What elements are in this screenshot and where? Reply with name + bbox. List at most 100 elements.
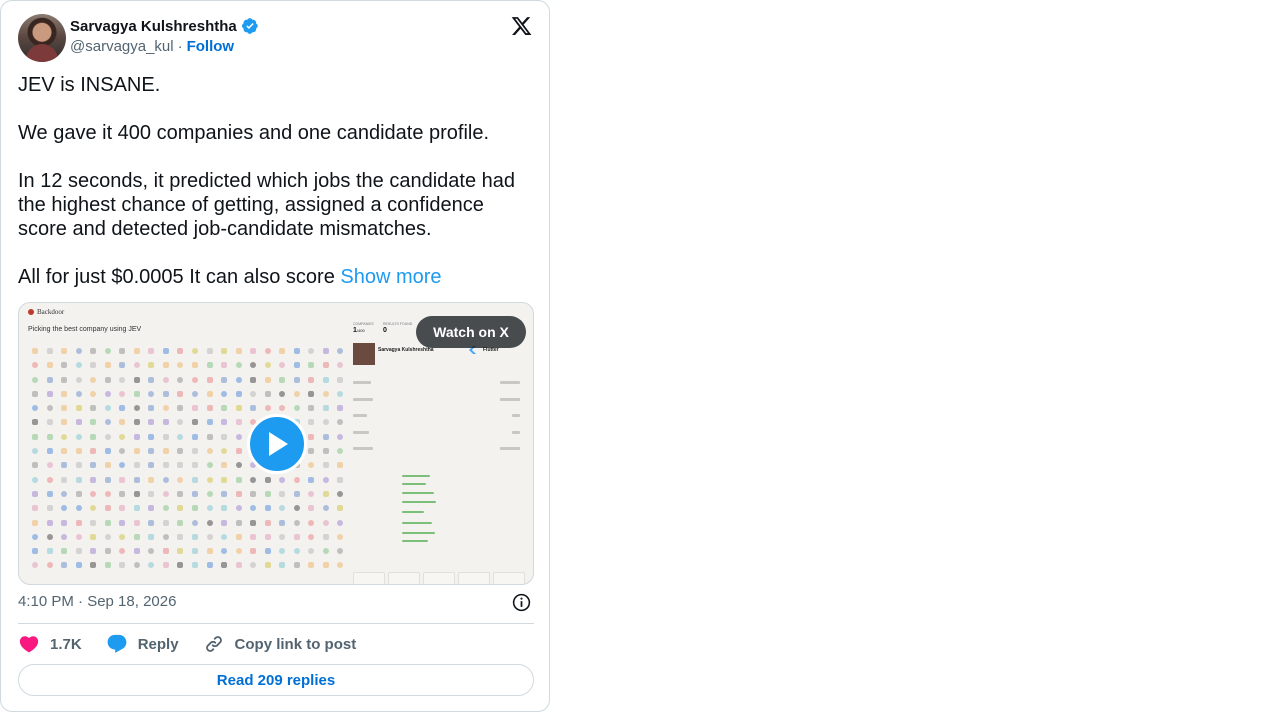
company-logo-thumb <box>308 505 315 512</box>
company-logo-thumb <box>104 505 111 512</box>
company-logo-thumb <box>206 519 213 526</box>
company-logo-thumb <box>133 533 140 540</box>
company-logo-thumb <box>177 419 184 426</box>
company-logo-thumb <box>46 505 53 512</box>
company-logo-thumb <box>104 348 111 354</box>
company-logo-thumb <box>148 419 155 426</box>
companies-stat-label: COMPANIES <box>353 322 374 326</box>
company-logo-thumb <box>75 405 82 412</box>
company-logo-thumb <box>264 362 271 369</box>
company-logo-thumb <box>104 548 111 555</box>
company-logo-thumb <box>235 362 242 369</box>
watch-on-x-button[interactable]: Watch on X <box>416 316 526 348</box>
company-logo-thumb <box>119 362 126 369</box>
x-logo-icon[interactable] <box>510 15 533 37</box>
company-logo-thumb <box>148 348 155 354</box>
company-logo-thumb <box>148 448 155 455</box>
company-logo-thumb <box>221 548 228 555</box>
company-logo-thumb <box>119 519 126 526</box>
company-logo-thumb <box>308 462 315 469</box>
follow-button[interactable]: Follow <box>187 38 235 55</box>
like-button[interactable]: 1.7K <box>18 633 82 655</box>
company-logo-thumb <box>133 419 140 426</box>
company-logo-thumb <box>337 376 344 383</box>
copy-link-button[interactable]: Copy link to post <box>203 633 356 655</box>
company-logo-thumb <box>308 562 315 569</box>
company-logo-thumb <box>250 405 257 412</box>
play-button[interactable] <box>247 414 307 474</box>
company-logo-thumb <box>206 362 213 369</box>
avatar[interactable] <box>18 14 66 62</box>
company-logo-thumb <box>337 562 344 569</box>
score-bar <box>402 483 426 485</box>
company-logo-thumb <box>192 390 198 397</box>
company-logo-thumb <box>279 390 286 397</box>
company-logo-thumb <box>308 519 315 526</box>
company-logo-thumb <box>322 390 329 397</box>
company-logo-thumb <box>235 548 242 555</box>
company-logo-thumb <box>250 519 257 526</box>
tweet-body: JEV is INSANE. We gave it 400 companies … <box>18 74 515 288</box>
company-logo-thumb <box>206 405 213 412</box>
company-logo-thumb <box>293 533 300 540</box>
company-logo-thumb <box>32 362 38 369</box>
company-logo-thumb <box>322 505 329 512</box>
company-logo-thumb <box>46 533 53 540</box>
company-logo-thumb <box>119 562 126 569</box>
author-handle[interactable]: @sarvagya_kul <box>70 38 174 55</box>
company-logo-thumb <box>206 490 213 497</box>
company-logo-thumb <box>32 390 38 397</box>
company-logo-thumb <box>279 490 286 497</box>
company-logo-thumb <box>322 548 329 555</box>
company-logo-thumb <box>61 519 68 526</box>
company-logo-thumb <box>177 390 184 397</box>
show-more-link[interactable]: Show more <box>340 266 441 288</box>
company-logo-thumb <box>148 433 155 440</box>
company-logo-thumb <box>264 390 271 397</box>
company-logo-thumb <box>337 405 344 412</box>
company-logo-thumb <box>61 376 68 383</box>
exp-row <box>500 381 520 384</box>
company-logo-thumb <box>264 376 271 383</box>
company-logo-thumb <box>221 433 228 440</box>
company-logo-thumb <box>61 348 68 354</box>
tweet-timestamp[interactable]: 4:10 PM · Sep 18, 2026 <box>18 593 176 610</box>
company-logo-thumb <box>250 533 257 540</box>
company-logo-thumb <box>119 490 126 497</box>
company-logo-thumb <box>61 490 68 497</box>
score-bar <box>402 540 428 542</box>
read-replies-button[interactable]: Read 209 replies <box>18 664 534 696</box>
company-logo-thumb <box>133 519 140 526</box>
reply-button[interactable]: Reply <box>106 633 179 655</box>
company-logo-thumb <box>264 519 271 526</box>
company-logo-thumb <box>337 448 344 455</box>
company-logo-thumb <box>322 448 329 455</box>
company-logo-thumb <box>235 376 242 383</box>
company-logo-thumb <box>192 348 198 354</box>
company-logo-thumb <box>90 505 97 512</box>
bottom-card <box>493 572 525 584</box>
company-logo-thumb <box>133 548 140 555</box>
author-display-name[interactable]: Sarvagya Kulshreshtha <box>70 18 237 35</box>
company-logo-thumb <box>192 533 198 540</box>
company-logo-thumb <box>90 419 97 426</box>
company-logo-thumb <box>162 548 169 555</box>
company-logo-thumb <box>104 519 111 526</box>
company-logo-thumb <box>279 548 286 555</box>
like-count: 1.7K <box>50 635 82 653</box>
info-icon[interactable] <box>511 592 532 613</box>
company-logo-thumb <box>206 562 213 569</box>
company-logo-thumb <box>177 505 184 512</box>
results-stat-value: 0 <box>383 327 387 334</box>
company-logo-thumb <box>235 462 242 469</box>
tweet-text: JEV is INSANE. We gave it 400 companies … <box>18 73 528 289</box>
company-logo-thumb <box>119 548 126 555</box>
company-logo-thumb <box>177 405 184 412</box>
company-logo-thumb <box>322 533 329 540</box>
company-logo-thumb <box>46 390 53 397</box>
video-media[interactable]: Backdoor Picking the best company using … <box>18 302 534 585</box>
company-logo-thumb <box>90 490 97 497</box>
company-logo-thumb <box>148 390 155 397</box>
company-logo-thumb <box>250 376 257 383</box>
company-logo-thumb <box>308 376 315 383</box>
